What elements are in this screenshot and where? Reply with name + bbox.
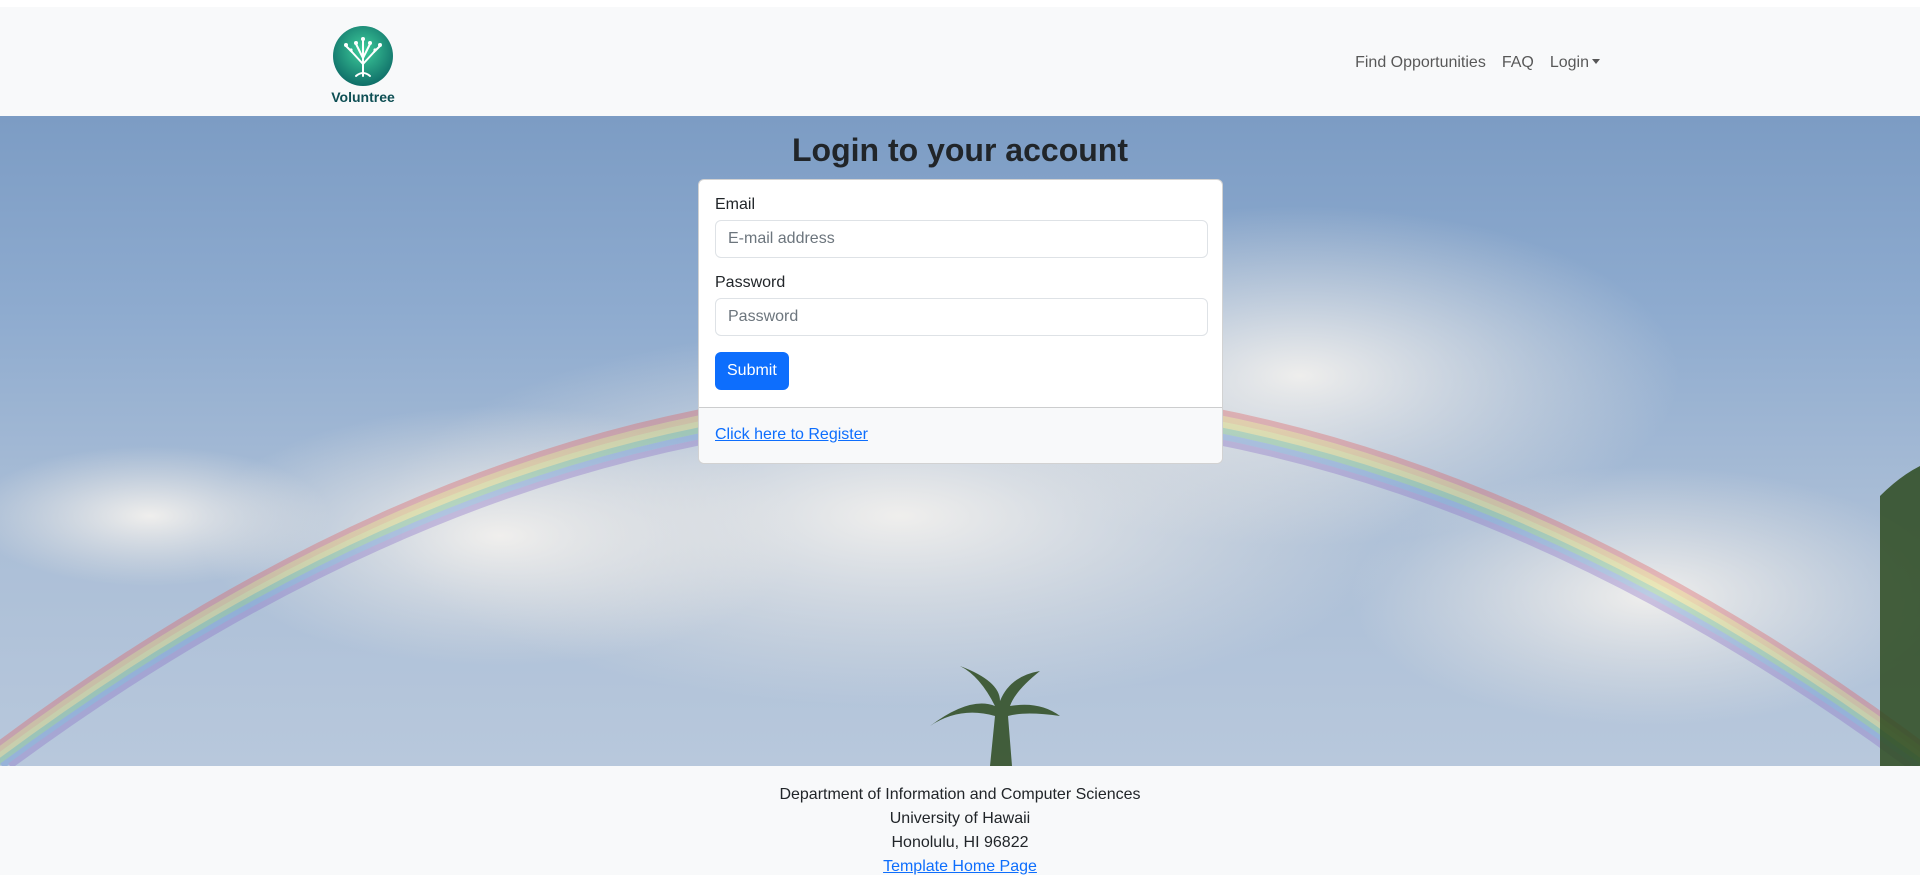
footer: Department of Information and Computer S… [0,766,1920,875]
footer-department: Department of Information and Computer S… [779,786,1141,803]
email-label: Email [715,196,756,213]
footer-address: Honolulu, HI 96822 [891,834,1029,851]
login-form: Email Password Submit [699,180,1222,406]
nav-login-dropdown[interactable]: Login [1550,54,1600,72]
chevron-down-icon [1592,59,1600,64]
logo-wordmark: Voluntree [331,89,395,105]
template-home-link[interactable]: Template Home Page [883,858,1037,875]
navbar: Voluntree Find Opportunities FAQ Login [0,7,1920,116]
voluntree-logo[interactable]: Voluntree [326,24,400,106]
password-field[interactable] [715,298,1208,336]
nav-find-opportunities[interactable]: Find Opportunities [1355,54,1486,72]
nav-faq[interactable]: FAQ [1502,54,1534,72]
email-field[interactable] [715,220,1208,258]
password-label: Password [715,274,786,291]
page-title: Login to your account [792,132,1128,168]
register-link[interactable]: Click here to Register [715,426,868,443]
login-card: Email Password Submit Click here to Regi… [698,179,1223,464]
submit-button[interactable]: Submit [715,352,789,390]
card-footer: Click here to Register [699,407,1222,463]
email-group: Email [715,196,1208,258]
nav-links: Find Opportunities FAQ Login [1355,54,1600,72]
nav-login-label: Login [1549,54,1589,71]
footer-university: University of Hawaii [889,810,1031,827]
password-group: Password [715,274,1208,336]
